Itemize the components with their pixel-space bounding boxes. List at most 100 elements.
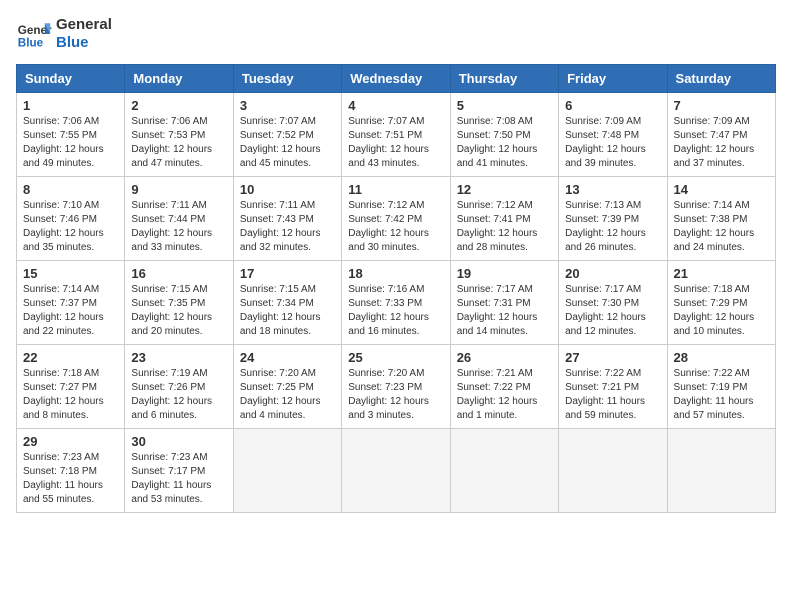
day-info: Sunrise: 7:11 AM Sunset: 7:44 PM Dayligh… [131,199,226,255]
calendar-header: SundayMondayTuesdayWednesdayThursdayFrid… [17,65,776,93]
daylight-text: Daylight: 12 hours and 18 minutes. [240,311,335,339]
logo-text-blue: Blue [56,34,112,52]
day-info: Sunrise: 7:08 AM Sunset: 7:50 PM Dayligh… [457,115,552,171]
day-info: Sunrise: 7:20 AM Sunset: 7:23 PM Dayligh… [348,367,443,423]
sunrise-text: Sunrise: 7:07 AM [240,115,335,129]
day-info: Sunrise: 7:12 AM Sunset: 7:41 PM Dayligh… [457,199,552,255]
sunset-text: Sunset: 7:46 PM [23,213,118,227]
sunrise-text: Sunrise: 7:11 AM [240,199,335,213]
daylight-text: Daylight: 12 hours and 16 minutes. [348,311,443,339]
day-number: 20 [565,266,660,281]
calendar-day-29: 29 Sunrise: 7:23 AM Sunset: 7:18 PM Dayl… [17,429,125,513]
sunset-text: Sunset: 7:55 PM [23,129,118,143]
calendar-day-13: 13 Sunrise: 7:13 AM Sunset: 7:39 PM Dayl… [559,177,667,261]
calendar-week-4: 22 Sunrise: 7:18 AM Sunset: 7:27 PM Dayl… [17,345,776,429]
day-number: 28 [674,350,769,365]
sunrise-text: Sunrise: 7:10 AM [23,199,118,213]
day-info: Sunrise: 7:06 AM Sunset: 7:55 PM Dayligh… [23,115,118,171]
sunrise-text: Sunrise: 7:12 AM [457,199,552,213]
calendar-week-5: 29 Sunrise: 7:23 AM Sunset: 7:18 PM Dayl… [17,429,776,513]
day-number: 9 [131,182,226,197]
sunrise-text: Sunrise: 7:08 AM [457,115,552,129]
calendar-day-10: 10 Sunrise: 7:11 AM Sunset: 7:43 PM Dayl… [233,177,341,261]
sunset-text: Sunset: 7:18 PM [23,465,118,479]
day-number: 1 [23,98,118,113]
daylight-text: Daylight: 12 hours and 22 minutes. [23,311,118,339]
calendar-day-18: 18 Sunrise: 7:16 AM Sunset: 7:33 PM Dayl… [342,261,450,345]
sunset-text: Sunset: 7:31 PM [457,297,552,311]
day-info: Sunrise: 7:15 AM Sunset: 7:35 PM Dayligh… [131,283,226,339]
day-info: Sunrise: 7:06 AM Sunset: 7:53 PM Dayligh… [131,115,226,171]
daylight-text: Daylight: 11 hours and 55 minutes. [23,479,118,507]
day-info: Sunrise: 7:21 AM Sunset: 7:22 PM Dayligh… [457,367,552,423]
logo: General Blue General Blue [16,16,112,52]
sunrise-text: Sunrise: 7:12 AM [348,199,443,213]
daylight-text: Daylight: 12 hours and 1 minute. [457,395,552,423]
daylight-text: Daylight: 11 hours and 57 minutes. [674,395,769,423]
calendar-day-empty [559,429,667,513]
sunrise-text: Sunrise: 7:11 AM [131,199,226,213]
day-number: 11 [348,182,443,197]
day-number: 25 [348,350,443,365]
day-number: 19 [457,266,552,281]
sunrise-text: Sunrise: 7:14 AM [23,283,118,297]
calendar-day-empty [233,429,341,513]
day-info: Sunrise: 7:17 AM Sunset: 7:31 PM Dayligh… [457,283,552,339]
calendar-day-26: 26 Sunrise: 7:21 AM Sunset: 7:22 PM Dayl… [450,345,558,429]
day-number: 3 [240,98,335,113]
sunrise-text: Sunrise: 7:07 AM [348,115,443,129]
sunset-text: Sunset: 7:52 PM [240,129,335,143]
sunset-text: Sunset: 7:17 PM [131,465,226,479]
sunrise-text: Sunrise: 7:22 AM [565,367,660,381]
sunrise-text: Sunrise: 7:13 AM [565,199,660,213]
day-number: 22 [23,350,118,365]
day-header-friday: Friday [559,65,667,93]
daylight-text: Daylight: 12 hours and 43 minutes. [348,143,443,171]
day-info: Sunrise: 7:14 AM Sunset: 7:37 PM Dayligh… [23,283,118,339]
daylight-text: Daylight: 12 hours and 45 minutes. [240,143,335,171]
sunset-text: Sunset: 7:41 PM [457,213,552,227]
day-number: 8 [23,182,118,197]
daylight-text: Daylight: 12 hours and 37 minutes. [674,143,769,171]
day-number: 26 [457,350,552,365]
calendar-day-15: 15 Sunrise: 7:14 AM Sunset: 7:37 PM Dayl… [17,261,125,345]
daylight-text: Daylight: 12 hours and 30 minutes. [348,227,443,255]
daylight-text: Daylight: 12 hours and 8 minutes. [23,395,118,423]
daylight-text: Daylight: 12 hours and 12 minutes. [565,311,660,339]
calendar-day-28: 28 Sunrise: 7:22 AM Sunset: 7:19 PM Dayl… [667,345,775,429]
logo-text-general: General [56,16,112,34]
sunrise-text: Sunrise: 7:09 AM [565,115,660,129]
day-header-monday: Monday [125,65,233,93]
sunset-text: Sunset: 7:39 PM [565,213,660,227]
sunrise-text: Sunrise: 7:21 AM [457,367,552,381]
calendar-week-3: 15 Sunrise: 7:14 AM Sunset: 7:37 PM Dayl… [17,261,776,345]
page-header: General Blue General Blue [16,16,776,52]
day-number: 21 [674,266,769,281]
calendar-day-4: 4 Sunrise: 7:07 AM Sunset: 7:51 PM Dayli… [342,93,450,177]
day-info: Sunrise: 7:23 AM Sunset: 7:17 PM Dayligh… [131,451,226,507]
calendar-week-2: 8 Sunrise: 7:10 AM Sunset: 7:46 PM Dayli… [17,177,776,261]
day-number: 10 [240,182,335,197]
daylight-text: Daylight: 12 hours and 39 minutes. [565,143,660,171]
sunset-text: Sunset: 7:26 PM [131,381,226,395]
daylight-text: Daylight: 12 hours and 47 minutes. [131,143,226,171]
day-info: Sunrise: 7:09 AM Sunset: 7:47 PM Dayligh… [674,115,769,171]
daylight-text: Daylight: 12 hours and 28 minutes. [457,227,552,255]
day-info: Sunrise: 7:13 AM Sunset: 7:39 PM Dayligh… [565,199,660,255]
day-number: 18 [348,266,443,281]
sunset-text: Sunset: 7:38 PM [674,213,769,227]
day-number: 7 [674,98,769,113]
day-number: 5 [457,98,552,113]
day-number: 30 [131,434,226,449]
day-info: Sunrise: 7:16 AM Sunset: 7:33 PM Dayligh… [348,283,443,339]
daylight-text: Daylight: 12 hours and 33 minutes. [131,227,226,255]
daylight-text: Daylight: 12 hours and 26 minutes. [565,227,660,255]
sunrise-text: Sunrise: 7:23 AM [131,451,226,465]
sunset-text: Sunset: 7:30 PM [565,297,660,311]
calendar-day-5: 5 Sunrise: 7:08 AM Sunset: 7:50 PM Dayli… [450,93,558,177]
daylight-text: Daylight: 12 hours and 10 minutes. [674,311,769,339]
day-info: Sunrise: 7:12 AM Sunset: 7:42 PM Dayligh… [348,199,443,255]
day-number: 24 [240,350,335,365]
calendar-day-empty [450,429,558,513]
day-number: 4 [348,98,443,113]
